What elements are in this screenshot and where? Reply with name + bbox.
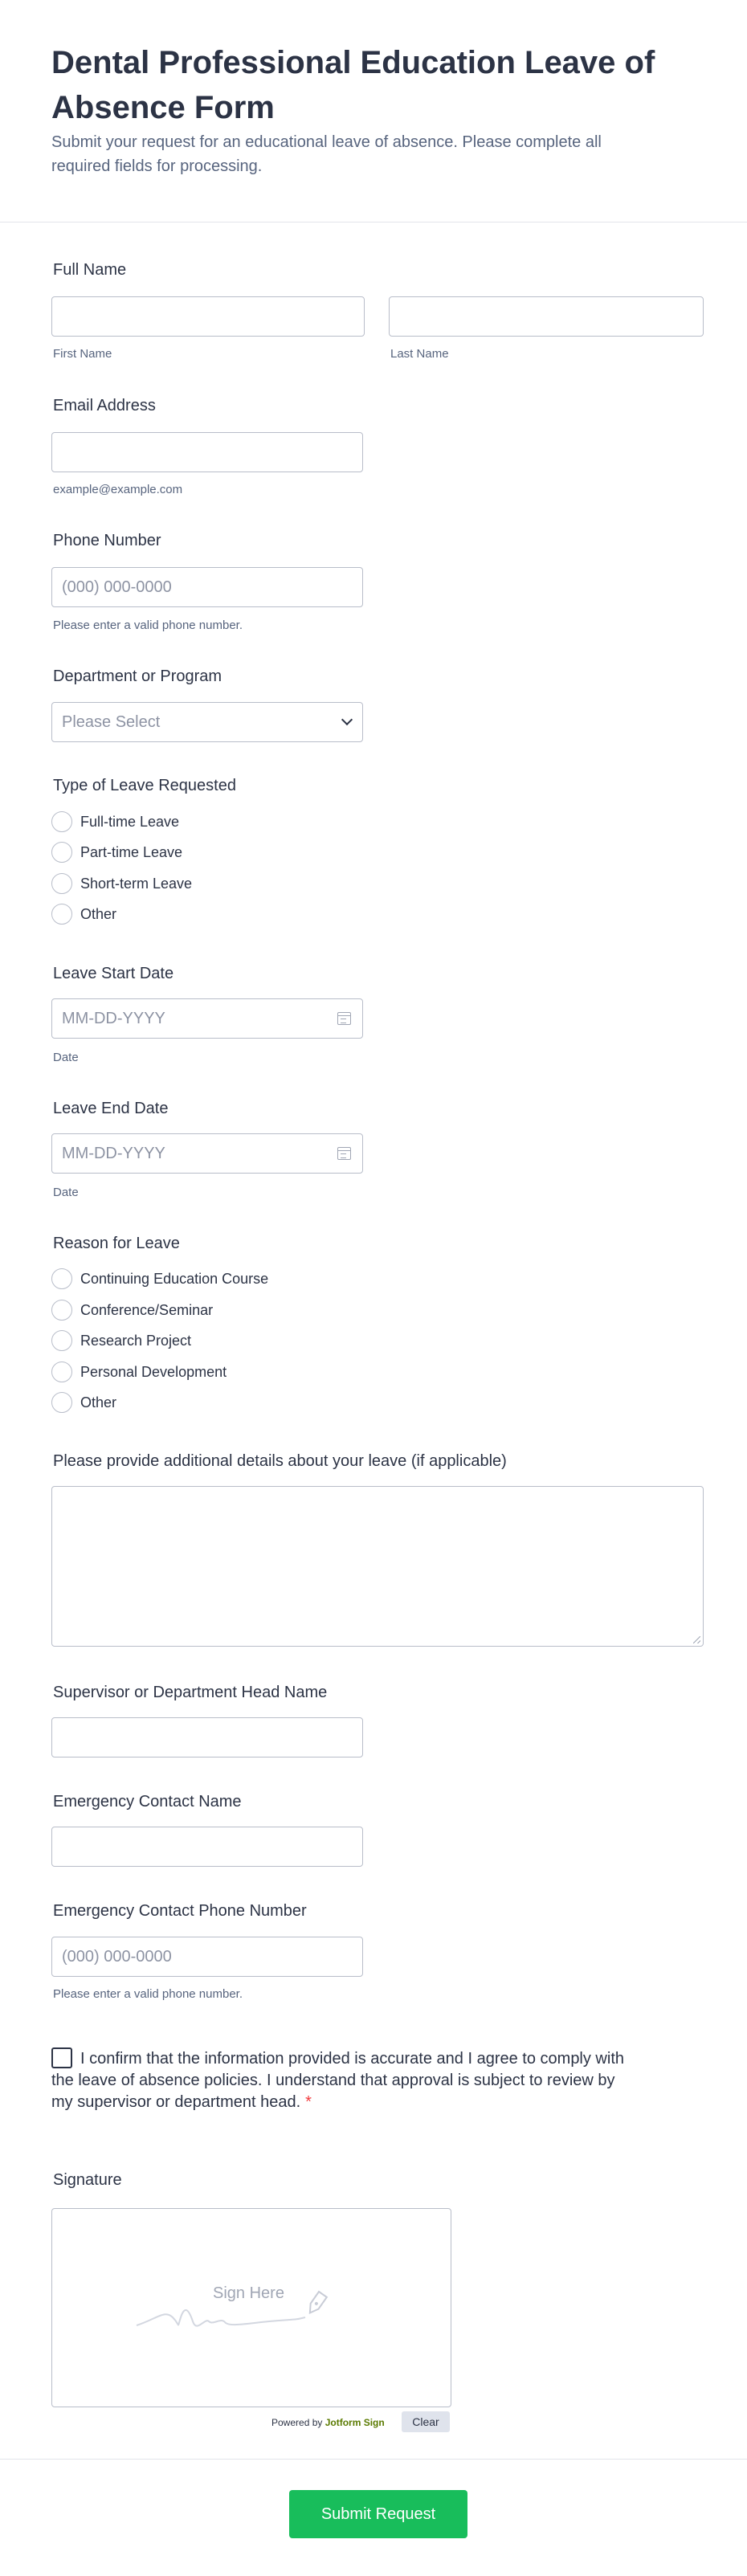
emergency-phone-input[interactable]: (000) 000-0000 bbox=[51, 1937, 363, 1977]
details-label: Please provide additional details about … bbox=[53, 1452, 507, 1470]
radio-button[interactable] bbox=[51, 904, 72, 925]
emergency-phone-label: Emergency Contact Phone Number bbox=[53, 1902, 307, 1920]
start-date-sublabel: Date bbox=[53, 1051, 79, 1064]
reason-option[interactable]: Conference/Seminar bbox=[51, 1299, 213, 1321]
radio-label: Part-time Leave bbox=[80, 843, 183, 860]
powered-prefix: Powered by bbox=[271, 2417, 323, 2428]
required-mark: * bbox=[305, 2093, 312, 2111]
radio-button[interactable] bbox=[51, 1392, 72, 1413]
full-name-label: Full Name bbox=[53, 261, 127, 279]
powered-brand[interactable]: Jotform Sign bbox=[325, 2417, 385, 2428]
end-date-label: Leave End Date bbox=[53, 1100, 169, 1117]
first-name-input[interactable] bbox=[51, 296, 365, 337]
last-name-sublabel: Last Name bbox=[390, 347, 449, 361]
footer-divider bbox=[0, 2459, 747, 2460]
powered-by: Powered by Jotform Sign bbox=[271, 2417, 385, 2428]
department-selected-value: Please Select bbox=[62, 712, 161, 731]
calendar-icon[interactable] bbox=[337, 1147, 351, 1160]
radio-button[interactable] bbox=[51, 811, 72, 832]
reason-option[interactable]: Personal Development bbox=[51, 1361, 227, 1383]
consent-text: I confirm that the information provided … bbox=[51, 2050, 625, 2111]
phone-label: Phone Number bbox=[53, 532, 161, 549]
leave-type-option[interactable]: Full-time Leave bbox=[51, 810, 179, 833]
signature-pad[interactable]: Sign Here bbox=[51, 2208, 451, 2407]
supervisor-label: Supervisor or Department Head Name bbox=[53, 1684, 328, 1701]
submit-button[interactable]: Submit Request bbox=[289, 2490, 467, 2538]
department-label: Department or Program bbox=[53, 667, 222, 685]
consent-checkbox[interactable] bbox=[51, 2047, 72, 2068]
end-date-sublabel: Date bbox=[53, 1186, 79, 1199]
radio-button[interactable] bbox=[51, 1330, 72, 1351]
start-date-placeholder: MM-DD-YYYY bbox=[62, 1009, 165, 1027]
radio-button[interactable] bbox=[51, 1268, 72, 1289]
leave-type-label: Type of Leave Requested bbox=[53, 777, 236, 794]
email-input[interactable] bbox=[51, 432, 363, 472]
signature-label: Signature bbox=[53, 2171, 122, 2189]
radio-label: Conference/Seminar bbox=[80, 1301, 214, 1318]
phone-sublabel: Please enter a valid phone number. bbox=[53, 618, 243, 632]
radio-button[interactable] bbox=[51, 1361, 72, 1382]
emergency-name-label: Emergency Contact Name bbox=[53, 1793, 242, 1811]
reason-option[interactable]: Research Project bbox=[51, 1329, 191, 1352]
leave-type-option[interactable]: Short-term Leave bbox=[51, 872, 192, 895]
form-page: Dental Professional Education Leave of A… bbox=[0, 0, 747, 2576]
emergency-phone-sublabel: Please enter a valid phone number. bbox=[53, 1987, 243, 2001]
start-date-label: Leave Start Date bbox=[53, 965, 174, 982]
radio-label: Other bbox=[80, 1394, 117, 1410]
radio-button[interactable] bbox=[51, 873, 72, 894]
radio-label: Other bbox=[80, 905, 117, 922]
clear-signature-button[interactable]: Clear bbox=[402, 2411, 450, 2432]
resize-handle-icon[interactable] bbox=[693, 1636, 700, 1643]
radio-label: Personal Development bbox=[80, 1363, 227, 1380]
form-title: Dental Professional Education Leave of A… bbox=[51, 45, 655, 125]
signature-hint: Sign Here bbox=[213, 2284, 284, 2302]
radio-label: Research Project bbox=[80, 1332, 192, 1349]
supervisor-input[interactable] bbox=[51, 1717, 363, 1757]
calendar-icon[interactable] bbox=[337, 1012, 351, 1025]
email-sublabel: example@example.com bbox=[53, 483, 183, 496]
department-select[interactable]: Please Select bbox=[51, 702, 363, 742]
end-date-input[interactable]: MM-DD-YYYY bbox=[51, 1133, 363, 1174]
details-textarea[interactable] bbox=[51, 1486, 704, 1647]
form-subtitle: Submit your request for an educational l… bbox=[51, 133, 602, 175]
chevron-down-icon bbox=[341, 713, 353, 726]
reason-option[interactable]: Other bbox=[51, 1391, 116, 1414]
last-name-input[interactable] bbox=[389, 296, 704, 337]
end-date-placeholder: MM-DD-YYYY bbox=[62, 1144, 165, 1162]
leave-type-option[interactable]: Part-time Leave bbox=[51, 841, 182, 863]
leave-type-option[interactable]: Other bbox=[51, 903, 116, 925]
email-label: Email Address bbox=[53, 397, 156, 414]
radio-button[interactable] bbox=[51, 1300, 72, 1321]
emergency-name-input[interactable] bbox=[51, 1827, 363, 1867]
form-header: Dental Professional Education Leave of A… bbox=[0, 0, 747, 222]
radio-label: Short-term Leave bbox=[80, 875, 193, 892]
first-name-sublabel: First Name bbox=[53, 347, 112, 361]
start-date-input[interactable]: MM-DD-YYYY bbox=[51, 998, 363, 1039]
reason-option[interactable]: Continuing Education Course bbox=[51, 1268, 268, 1290]
radio-label: Full-time Leave bbox=[80, 813, 180, 830]
phone-input[interactable]: (000) 000-0000 bbox=[51, 567, 363, 607]
radio-button[interactable] bbox=[51, 842, 72, 863]
consent-row: I confirm that the information provided … bbox=[51, 2047, 630, 2113]
radio-label: Continuing Education Course bbox=[80, 1270, 269, 1287]
reason-label: Reason for Leave bbox=[53, 1235, 180, 1252]
